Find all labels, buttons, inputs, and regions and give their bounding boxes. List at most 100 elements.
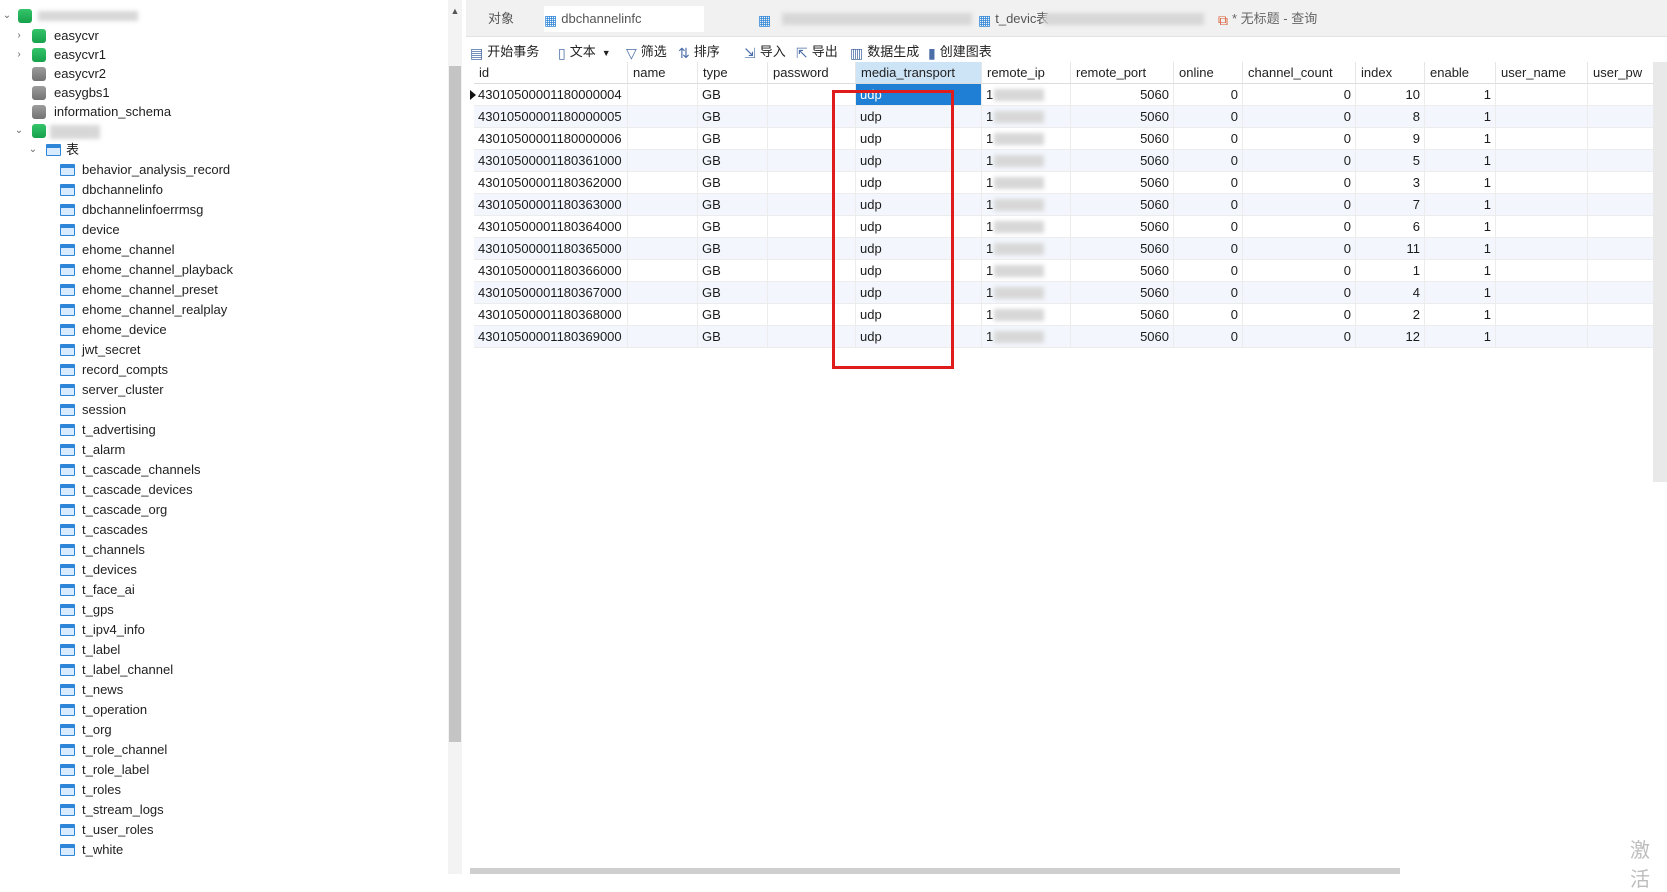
cell-user-name[interactable] xyxy=(1496,326,1588,348)
column-header-type[interactable]: type xyxy=(698,62,768,84)
cell-online[interactable]: 0 xyxy=(1174,304,1243,326)
cell-enable[interactable]: 1 xyxy=(1425,172,1496,194)
text-button[interactable]: ▯ 文本 ▼ xyxy=(558,41,611,63)
cell-user-pw[interactable] xyxy=(1588,172,1656,194)
cell-user-pw[interactable] xyxy=(1588,84,1656,106)
tree-table-t_org[interactable]: t_org xyxy=(0,720,300,740)
cell-index[interactable]: 6 xyxy=(1356,216,1425,238)
cell-channel-count[interactable]: 0 xyxy=(1243,194,1356,216)
cell-type[interactable]: GB xyxy=(698,326,768,348)
tree-table-t_cascade_org[interactable]: t_cascade_org xyxy=(0,500,300,520)
column-header-id[interactable]: id xyxy=(474,62,628,84)
cell-online[interactable]: 0 xyxy=(1174,238,1243,260)
cell-index[interactable]: 7 xyxy=(1356,194,1425,216)
tree-table-t_news[interactable]: t_news xyxy=(0,680,300,700)
column-header-remote-port[interactable]: remote_port xyxy=(1071,62,1174,84)
column-header-index[interactable]: index xyxy=(1356,62,1425,84)
column-header-enable[interactable]: enable xyxy=(1425,62,1496,84)
cell-user-pw[interactable] xyxy=(1588,150,1656,172)
tree-table-ehome_channel_playback[interactable]: ehome_channel_playback xyxy=(0,260,300,280)
tree-table-dbchannelinfo[interactable]: dbchannelinfo xyxy=(0,180,300,200)
tree-table-t_white[interactable]: t_white xyxy=(0,840,300,860)
cell-remote-ip[interactable]: 1 xyxy=(982,128,1071,150)
tree-database-easycvr[interactable]: › easycvr xyxy=(0,26,300,46)
cell-type[interactable]: GB xyxy=(698,172,768,194)
generate-data-button[interactable]: ▥ 数据生成 xyxy=(850,41,919,63)
cell-type[interactable]: GB xyxy=(698,84,768,106)
tree-database-easycvr2[interactable]: easycvr2 xyxy=(0,64,300,84)
cell-remote-port[interactable]: 5060 xyxy=(1071,326,1174,348)
cell-enable[interactable]: 1 xyxy=(1425,304,1496,326)
cell-name[interactable] xyxy=(628,172,698,194)
cell-enable[interactable]: 1 xyxy=(1425,84,1496,106)
cell-user-pw[interactable] xyxy=(1588,304,1656,326)
tab-untitled-query[interactable]: ⧉ * 无标题 - 查询 xyxy=(1218,6,1458,32)
cell-remote-ip[interactable]: 1 xyxy=(982,326,1071,348)
scroll-up-icon[interactable]: ▲ xyxy=(449,6,461,20)
cell-remote-ip[interactable]: 1 xyxy=(982,150,1071,172)
tree-database-expanded[interactable]: ⌄ xyxy=(0,121,200,141)
cell-id[interactable]: 43010500001180369000 xyxy=(474,326,628,348)
cell-index[interactable]: 10 xyxy=(1356,84,1425,106)
cell-user-pw[interactable] xyxy=(1588,128,1656,150)
cell-remote-port[interactable]: 5060 xyxy=(1071,84,1174,106)
cell-enable[interactable]: 1 xyxy=(1425,194,1496,216)
tree-table-device[interactable]: device xyxy=(0,220,300,240)
cell-user-pw[interactable] xyxy=(1588,260,1656,282)
tree-table-t_stream_logs[interactable]: t_stream_logs xyxy=(0,800,300,820)
cell-name[interactable] xyxy=(628,194,698,216)
column-header-remote-ip[interactable]: remote_ip xyxy=(982,62,1071,84)
cell-remote-port[interactable]: 5060 xyxy=(1071,128,1174,150)
tree-table-jwt_secret[interactable]: jwt_secret xyxy=(0,340,300,360)
cell-enable[interactable]: 1 xyxy=(1425,106,1496,128)
export-button[interactable]: ⇱ 导出 xyxy=(796,41,838,63)
cell-remote-ip[interactable]: 1 xyxy=(982,304,1071,326)
cell-type[interactable]: GB xyxy=(698,150,768,172)
cell-online[interactable]: 0 xyxy=(1174,282,1243,304)
tree-table-t_alarm[interactable]: t_alarm xyxy=(0,440,300,460)
cell-id[interactable]: 43010500001180000005 xyxy=(474,106,628,128)
sidebar-scroll-thumb[interactable] xyxy=(449,66,461,742)
cell-type[interactable]: GB xyxy=(698,304,768,326)
tree-table-t_face_ai[interactable]: t_face_ai xyxy=(0,580,300,600)
cell-remote-ip[interactable]: 1 xyxy=(982,106,1071,128)
cell-type[interactable]: GB xyxy=(698,260,768,282)
column-header-password[interactable]: password xyxy=(768,62,856,84)
cell-user-pw[interactable] xyxy=(1588,194,1656,216)
cell-remote-port[interactable]: 5060 xyxy=(1071,194,1174,216)
grid-vertical-scrollbar[interactable] xyxy=(1653,62,1667,482)
tree-table-behavior_analysis_record[interactable]: behavior_analysis_record xyxy=(0,160,300,180)
cell-index[interactable]: 5 xyxy=(1356,150,1425,172)
cell-id[interactable]: 43010500001180367000 xyxy=(474,282,628,304)
tree-table-session[interactable]: session xyxy=(0,400,300,420)
cell-online[interactable]: 0 xyxy=(1174,128,1243,150)
tree-table-t_label_channel[interactable]: t_label_channel xyxy=(0,660,300,680)
cell-index[interactable]: 4 xyxy=(1356,282,1425,304)
column-header-name[interactable]: name xyxy=(628,62,698,84)
cell-index[interactable]: 1 xyxy=(1356,260,1425,282)
cell-user-name[interactable] xyxy=(1496,216,1588,238)
tree-table-t_role_channel[interactable]: t_role_channel xyxy=(0,740,300,760)
cell-user-name[interactable] xyxy=(1496,172,1588,194)
cell-enable[interactable]: 1 xyxy=(1425,260,1496,282)
chevron-right-icon[interactable]: › xyxy=(14,26,24,46)
cell-online[interactable]: 0 xyxy=(1174,150,1243,172)
cell-index[interactable]: 12 xyxy=(1356,326,1425,348)
cell-user-name[interactable] xyxy=(1496,106,1588,128)
cell-name[interactable] xyxy=(628,128,698,150)
cell-enable[interactable]: 1 xyxy=(1425,216,1496,238)
tab-objects[interactable]: 对象 xyxy=(488,6,538,32)
tree-table-t_cascade_devices[interactable]: t_cascade_devices xyxy=(0,480,300,500)
tree-database-easycvr1[interactable]: › easycvr1 xyxy=(0,45,300,65)
cell-enable[interactable]: 1 xyxy=(1425,150,1496,172)
chevron-right-icon[interactable]: › xyxy=(14,45,24,65)
cell-user-name[interactable] xyxy=(1496,282,1588,304)
begin-transaction-button[interactable]: ▤ 开始事务 xyxy=(470,41,539,63)
cell-channel-count[interactable]: 0 xyxy=(1243,260,1356,282)
cell-user-pw[interactable] xyxy=(1588,326,1656,348)
grid-horizontal-scrollbar[interactable] xyxy=(470,868,1400,874)
cell-id[interactable]: 43010500001180363000 xyxy=(474,194,628,216)
cell-online[interactable]: 0 xyxy=(1174,260,1243,282)
cell-name[interactable] xyxy=(628,260,698,282)
cell-index[interactable]: 11 xyxy=(1356,238,1425,260)
